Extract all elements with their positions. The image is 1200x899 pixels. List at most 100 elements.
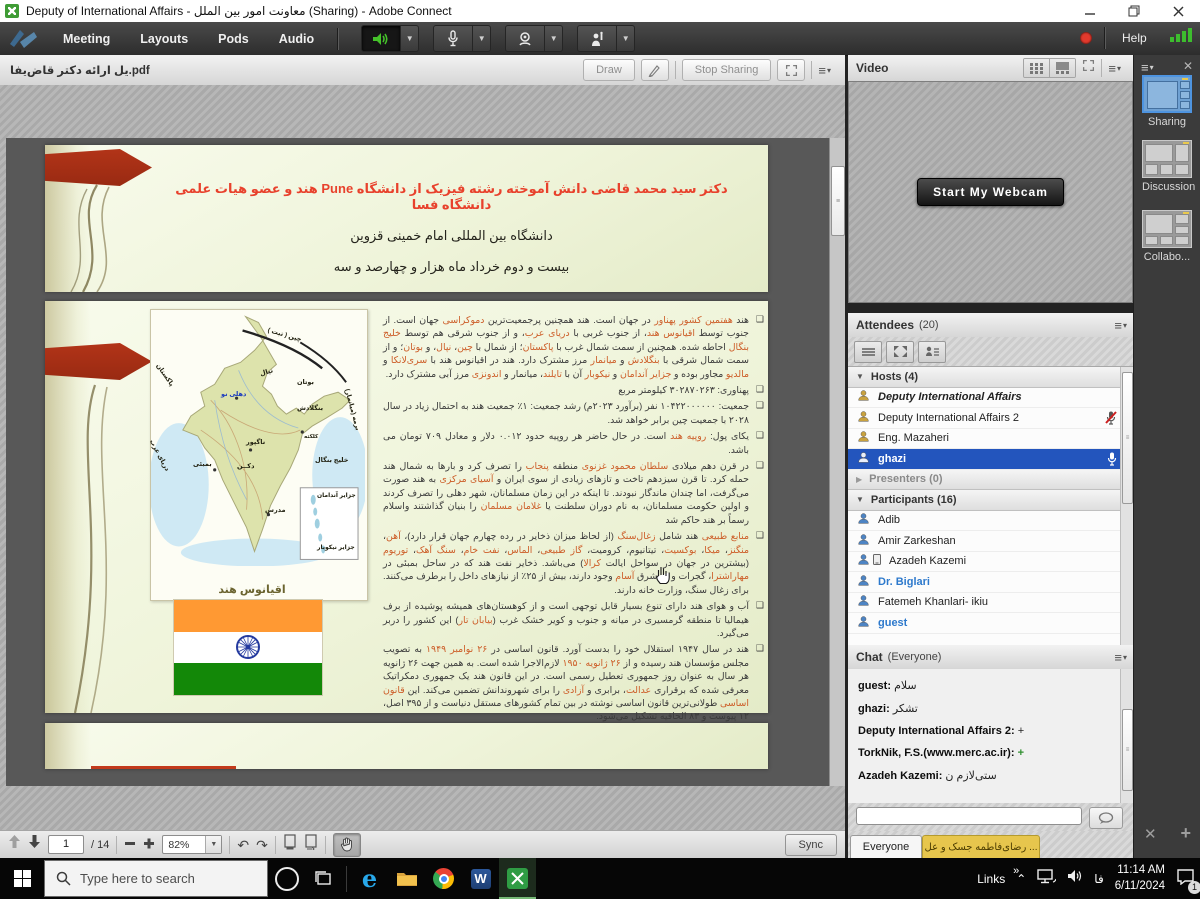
chat-message: ghazi: تشکر [858,702,1133,715]
word-icon[interactable]: W [462,858,499,899]
fit-width-icon[interactable] [304,834,318,855]
rail-add-icon[interactable]: + [1180,823,1191,844]
document-scrollbar-thumb[interactable]: ≡ [831,166,845,236]
attendee-row[interactable]: Eng. Mazaheri [848,429,1133,450]
attendee-row[interactable]: Azadeh Kazemi [848,552,1133,573]
edge-icon[interactable]: e [351,858,388,899]
presenters-section-header[interactable]: ▶Presenters (0) [848,470,1133,491]
person-icon [857,594,870,607]
video-pod: Video ≡▾ Start My Webcam [848,55,1133,303]
menu-meeting[interactable]: Meeting [48,32,125,46]
chat-pod-menu-icon[interactable]: ≡▾ [1114,650,1127,665]
chrome-icon[interactable] [425,858,462,899]
rail-close-icon[interactable]: ✕ [1144,825,1157,843]
close-button[interactable] [1156,0,1200,22]
attendee-row[interactable]: Fatemeh Khanlari- ikiu [848,593,1133,614]
chat-tab-private[interactable]: ... رضای‌فاطمه جسک و عل [922,835,1040,858]
cortana-icon[interactable] [268,858,305,899]
fit-page-icon[interactable] [283,834,297,855]
task-view-icon[interactable] [305,858,342,899]
chat-message-input[interactable] [856,807,1082,825]
layouts-menu-icon[interactable]: ≡▾ [1141,60,1154,75]
sync-button[interactable]: Sync [785,834,837,856]
taskbar-search[interactable]: Type here to search [44,860,268,897]
zoom-dropdown-icon: ▼ [205,836,221,853]
share-pod-menu-icon[interactable]: ≡▾ [818,63,831,78]
page-down-icon[interactable] [28,835,41,854]
notification-badge: 1 [1188,881,1200,894]
page-number-input[interactable]: 1 [48,835,84,854]
draw-button[interactable]: Draw [583,59,635,81]
attendees-pod-menu-icon[interactable]: ≡▾ [1114,318,1127,333]
start-button[interactable] [0,858,44,899]
menu-layouts[interactable]: Layouts [125,32,203,46]
attendee-row[interactable]: Dr. Biglari [848,572,1133,593]
attendee-list-view-icon[interactable] [854,341,882,363]
speaker-dropdown[interactable]: ▼ [401,25,419,52]
attendee-row[interactable]: ghazi [848,449,1133,470]
help-menu[interactable]: Help [1122,31,1147,45]
pointer-pen-icon[interactable] [641,59,669,81]
page-up-icon[interactable] [8,835,21,854]
chat-scrollbar-thumb[interactable]: ≡ [1122,709,1133,791]
file-explorer-icon[interactable] [388,858,425,899]
layout-discussion[interactable]: Discussion [1142,140,1192,193]
action-center-icon[interactable]: 1 [1176,868,1195,890]
language-indicator[interactable]: فا [1094,872,1103,886]
layouts-close-icon[interactable]: ✕ [1183,59,1193,73]
stop-sharing-button[interactable]: Stop Sharing [682,59,772,81]
menu-pods[interactable]: Pods [203,32,264,46]
participants-section-header[interactable]: ▼Participants (16) [848,490,1133,511]
webcam-dropdown[interactable]: ▼ [545,25,563,52]
slide-2: پاکستانچین ( تبت )نپالبوتانبنگلادشبرمه (… [45,301,768,713]
attendees-scrollbar-thumb[interactable]: ≡ [1122,372,1133,504]
attendee-row[interactable]: guest [848,613,1133,634]
rotate-left-icon[interactable]: ↶ [237,838,249,852]
breakout-view-icon[interactable] [886,341,914,363]
chat-scrollbar[interactable]: ≡ [1120,669,1133,803]
grid-view-icon[interactable] [1024,59,1049,77]
send-message-icon[interactable] [1089,807,1123,829]
layout-sharing[interactable]: Sharing [1142,75,1192,128]
menu-audio[interactable]: Audio [264,32,329,46]
map-label: کلکته [304,434,318,440]
start-webcam-button[interactable]: Start My Webcam [917,178,1064,206]
participant-icon [857,553,870,569]
filmstrip-view-icon[interactable] [1049,59,1075,77]
attendees-count: (20) [919,319,939,331]
attendee-row[interactable]: Deputy International Affairs [848,388,1133,409]
attendee-row[interactable]: Adib [848,511,1133,532]
adobe-connect-taskbar-icon[interactable] [499,858,536,899]
clock[interactable]: 11:14 AM6/11/2024 [1115,863,1165,894]
zoom-in-icon[interactable] [143,836,155,854]
hosts-section-header[interactable]: ▼Hosts (4) [848,367,1133,388]
video-fullscreen-icon[interactable] [1082,59,1095,77]
chat-tab-everyone[interactable]: Everyone [850,835,922,858]
zoom-out-icon[interactable] [124,836,136,854]
raise-hand-button[interactable] [577,25,617,52]
attendee-row[interactable]: Amir Zarkeshan [848,531,1133,552]
links-toolbar[interactable]: Links» [977,872,1005,886]
person-icon [857,574,870,587]
restore-button[interactable] [1112,0,1156,22]
network-icon[interactable] [1037,869,1056,889]
document-scrollbar[interactable]: ≡ [829,138,845,786]
connection-signal-icon[interactable] [1170,28,1192,42]
speaker-button[interactable] [361,25,401,52]
microphone-button[interactable] [433,25,473,52]
microphone-dropdown[interactable]: ▼ [473,25,491,52]
hosts-list: Deputy International Affairs Deputy Inte… [848,388,1133,470]
video-pod-menu-icon[interactable]: ≡▾ [1108,61,1121,76]
volume-icon[interactable] [1067,869,1083,888]
fullscreen-icon[interactable] [777,59,805,81]
raise-hand-dropdown[interactable]: ▼ [617,25,635,52]
webcam-button[interactable] [505,25,545,52]
minimize-button[interactable] [1068,0,1112,22]
rotate-right-icon[interactable]: ↷ [256,838,268,852]
layout-collaboration[interactable]: Collabo... [1142,210,1192,263]
attendee-status-view-icon[interactable] [918,341,946,363]
attendee-row[interactable]: Deputy International Affairs 2 [848,408,1133,429]
attendees-scrollbar[interactable]: ≡ [1120,367,1133,645]
hand-tool-button[interactable] [333,833,361,857]
zoom-level-select[interactable]: 82%▼ [162,835,222,854]
